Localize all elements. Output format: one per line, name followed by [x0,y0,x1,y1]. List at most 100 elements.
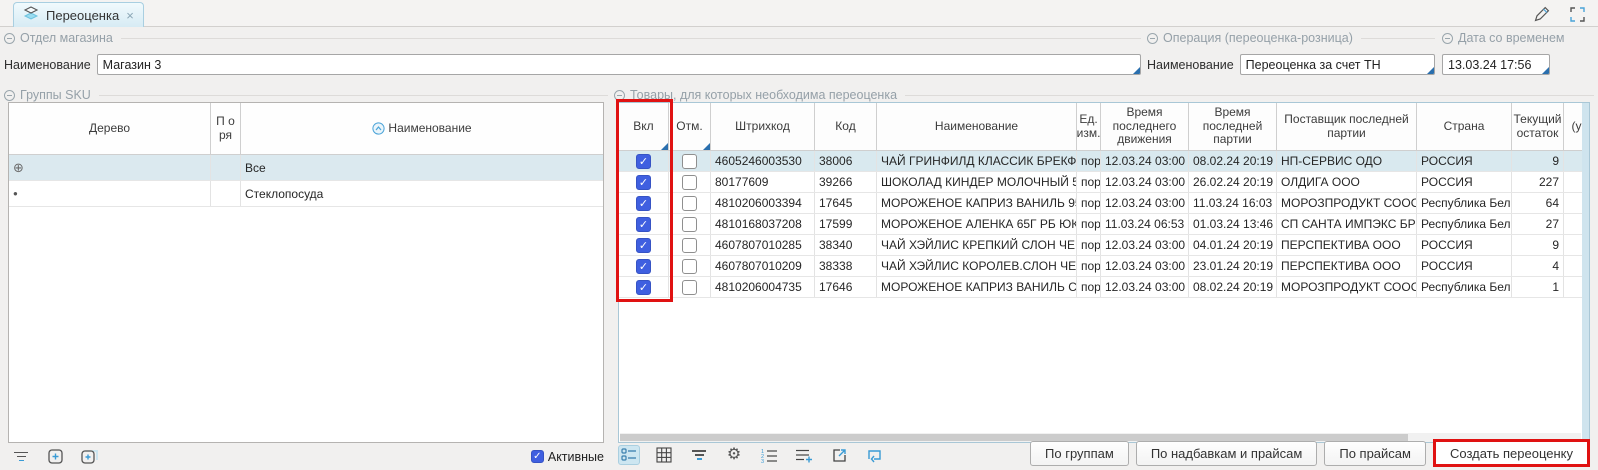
collapse-icon[interactable] [4,90,15,101]
name-cell: МОРОЖЕНОЕ КАПРИЗ ВАНИЛЬ С Ш [877,277,1077,297]
table-row[interactable]: ✓ 80177609 39266 ШОКОЛАД КИНДЕР МОЛОЧНЫЙ… [619,172,1589,193]
unit-cell: пор. [1077,214,1101,234]
sort-asc-icon [372,122,385,135]
collapse-icon[interactable] [1442,33,1453,44]
stock-cell: 9 [1512,151,1564,171]
column-header-tree[interactable]: Дерево [9,103,211,154]
settings-gear-icon[interactable]: ⚙ [723,445,745,465]
refresh-icon[interactable] [863,445,885,465]
column-header-code[interactable]: Код [815,103,877,150]
otm-checkbox[interactable] [682,217,697,232]
country-cell: Республика Белар [1417,277,1512,297]
batch-time-cell: 23.01.24 20:19 [1189,256,1277,276]
otm-checkbox[interactable] [682,196,697,211]
create-revaluation-button[interactable]: Создать переоценку [1433,439,1590,467]
supplier-cell: ПЕРСПЕКТИВА ООО [1277,235,1417,255]
active-filter-checkbox[interactable]: ✓ Активные [531,450,604,464]
sku-tree-row[interactable]: ⊕ Все [9,155,603,181]
by-groups-button[interactable]: По группам [1030,441,1129,466]
section-title: Отдел магазина [20,31,113,45]
table-row[interactable]: ✓ 4810206004735 17646 МОРОЖЕНОЕ КАПРИЗ В… [619,277,1589,298]
sku-group-name: Все [241,155,603,180]
vkl-checkbox[interactable]: ✓ [636,217,651,232]
column-header-name[interactable]: Наименование [877,103,1077,150]
by-prices-button[interactable]: По прайсам [1324,441,1426,466]
table-row[interactable]: ✓ 4607807010209 38338 ЧАЙ ХЭЙЛИС КОРОЛЕВ… [619,256,1589,277]
filter-icon[interactable] [688,445,710,465]
unit-cell: пор. [1077,193,1101,213]
vertical-scrollbar[interactable] [1582,103,1589,442]
batch-time-cell: 11.03.24 16:03 [1189,193,1277,213]
tab-pereocenka[interactable]: Переоценка × [13,2,144,27]
column-header-stock[interactable]: Текущий остаток [1512,103,1564,150]
tab-close-icon[interactable]: × [126,8,134,23]
supplier-cell: МОРОЗПРОДУКТ СООО [1277,193,1417,213]
column-header-otm[interactable]: Отм. [669,103,711,150]
code-cell: 38338 [815,256,877,276]
vkl-checkbox[interactable]: ✓ [636,196,651,211]
name-cell: МОРОЖЕНОЕ КАПРИЗ ВАНИЛЬ 95Г [877,193,1077,213]
collapse-icon[interactable] [614,90,625,101]
otm-checkbox[interactable] [682,238,697,253]
column-header-name[interactable]: Наименование [241,103,603,154]
grid-icon[interactable] [653,445,675,465]
move-time-cell: 12.03.24 03:00 [1101,277,1189,297]
unit-cell: пор. [1077,256,1101,276]
table-row[interactable]: ✓ 4810168037208 17599 МОРОЖЕНОЕ АЛЕНКА 6… [619,214,1589,235]
open-external-icon[interactable] [828,445,850,465]
column-header-barcode[interactable]: Штрихкод [711,103,815,150]
section-title: Дата со временем [1458,31,1565,45]
vkl-checkbox[interactable]: ✓ [636,175,651,190]
column-header-country[interactable]: Страна [1417,103,1512,150]
table-row[interactable]: ✓ 4810206003394 17645 МОРОЖЕНОЕ КАПРИЗ В… [619,193,1589,214]
svg-text:3: 3 [761,459,764,463]
table-row[interactable]: ✓ 4607807010285 38340 ЧАЙ ХЭЙЛИС КРЕПКИЙ… [619,235,1589,256]
vkl-checkbox[interactable]: ✓ [636,280,651,295]
bullet-icon: ● [13,189,18,198]
filter-icon[interactable] [10,447,32,467]
name-cell: ШОКОЛАД КИНДЕР МОЛОЧНЫЙ 50 [877,172,1077,192]
add-multiple-icon[interactable] [78,447,100,467]
code-cell: 17599 [815,214,877,234]
vkl-checkbox[interactable]: ✓ [636,259,651,274]
column-header-batch-time[interactable]: Время последней партии [1189,103,1277,150]
move-time-cell: 12.03.24 03:00 [1101,256,1189,276]
fullscreen-icon[interactable] [1566,4,1588,24]
products-panel: Товары, для которых необходима переоценк… [614,88,1594,466]
code-cell: 39266 [815,172,877,192]
pencil-icon[interactable] [1530,4,1552,24]
table-row[interactable]: ✓ 4605246003530 38006 ЧАЙ ГРИНФИЛД КЛАСС… [619,151,1589,172]
operation-name-input[interactable]: Переоценка за счет ТН [1240,54,1435,75]
by-markups-prices-button[interactable]: По надбавкам и прайсам [1136,441,1318,466]
otm-checkbox[interactable] [682,175,697,190]
vkl-checkbox[interactable]: ✓ [636,154,651,169]
expand-plus-icon[interactable]: ⊕ [13,160,24,176]
collapse-icon[interactable] [1147,33,1158,44]
otm-checkbox[interactable] [682,154,697,169]
add-list-icon[interactable] [793,445,815,465]
batch-time-cell: 08.02.24 20:19 [1189,151,1277,171]
unit-cell: пор. [1077,172,1101,192]
otm-checkbox[interactable] [682,259,697,274]
list-view-icon[interactable] [618,445,640,465]
column-header-vkl[interactable]: Вкл [619,103,669,150]
datetime-input[interactable]: 13.03.24 17:56 [1442,54,1550,75]
name-cell: ЧАЙ ГРИНФИЛД КЛАССИК БРЕКФАС [877,151,1077,171]
column-header-unit[interactable]: Ед. изм. [1077,103,1101,150]
country-cell: РОССИЯ [1417,172,1512,192]
collapse-icon[interactable] [4,33,15,44]
batch-time-cell: 26.02.24 20:19 [1189,172,1277,192]
column-header-order[interactable]: П о ря [211,103,241,154]
sku-groups-table: Дерево П о ря Наименование ⊕ Все ● Стекл [8,102,604,443]
unit-cell: пор. [1077,151,1101,171]
vkl-checkbox[interactable]: ✓ [636,238,651,253]
column-header-move-time[interactable]: Время последнего движения [1101,103,1189,150]
sku-tree-row[interactable]: ● Стеклопосуда [9,181,603,207]
numbered-list-icon[interactable]: 123 [758,445,780,465]
otm-checkbox[interactable] [682,280,697,295]
column-header-supplier[interactable]: Поставщик последней партии [1277,103,1417,150]
store-name-input[interactable]: Магазин 3 [97,54,1141,75]
barcode-cell: 4810168037208 [711,214,815,234]
add-icon[interactable] [44,447,66,467]
stock-cell: 9 [1512,235,1564,255]
